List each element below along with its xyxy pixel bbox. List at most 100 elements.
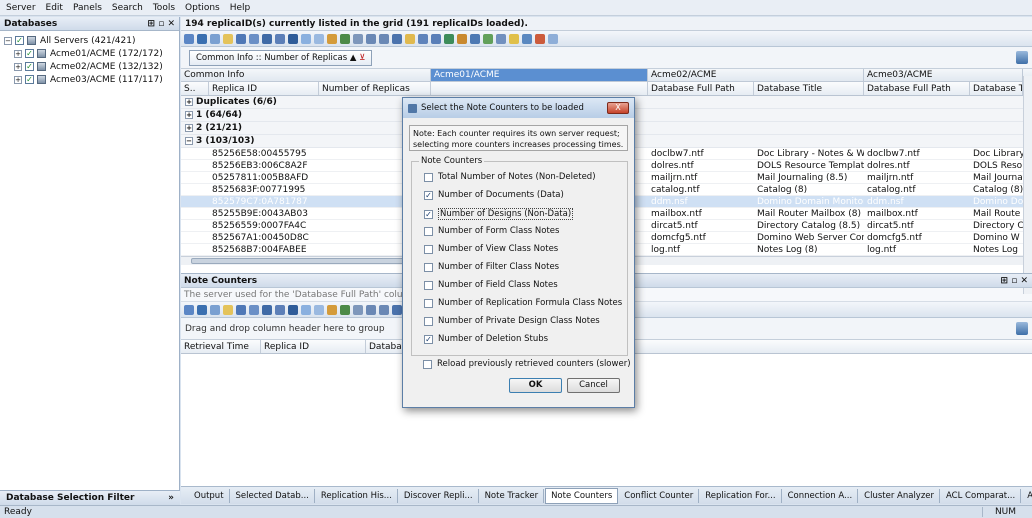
col-acme02-title[interactable]: Database Title (754, 82, 864, 95)
stop-icon[interactable] (535, 33, 545, 44)
menu-help[interactable]: Help (230, 3, 251, 13)
tab-cluster-analyzer[interactable]: Cluster Analyzer (859, 488, 941, 503)
grid-icon[interactable] (184, 33, 194, 44)
vertical-scrollbar[interactable] (1023, 76, 1032, 294)
checkbox-unchecked-icon[interactable] (423, 359, 432, 369)
refresh-icon[interactable] (340, 33, 350, 44)
remove-icon[interactable] (210, 304, 220, 315)
menu-tools[interactable]: Tools (153, 3, 175, 13)
option-private-design[interactable]: Number of Private Design Class Notes (424, 316, 600, 326)
paste-icon[interactable] (314, 304, 324, 315)
info-icon[interactable] (522, 33, 532, 44)
tab-output[interactable]: Output (189, 488, 230, 503)
zoom-in-icon[interactable] (366, 33, 376, 44)
table-icon[interactable] (275, 304, 285, 315)
tree-node-acme03[interactable]: + ✓ Acme03/ACME (117/117) (4, 73, 175, 86)
tab-note-tracker[interactable]: Note Tracker (480, 488, 545, 503)
col-acme03-full-path[interactable]: Database Full Path (864, 82, 970, 95)
col-replica-id[interactable]: Replica ID (209, 82, 319, 95)
columns-icon[interactable] (262, 33, 272, 44)
checkbox-unchecked-icon[interactable] (424, 316, 433, 326)
report-icon[interactable] (457, 33, 467, 44)
export-icon[interactable] (327, 33, 337, 44)
add-icon[interactable] (197, 33, 207, 44)
checkbox-unchecked-icon[interactable] (424, 280, 433, 290)
band-acme01[interactable]: Acme01/ACME (431, 69, 648, 81)
copy-icon[interactable] (301, 304, 311, 315)
col-s[interactable]: S.. (181, 82, 209, 95)
tree-node-acme01[interactable]: + ✓ Acme01/ACME (172/172) (4, 47, 175, 60)
tab-discover-replicas[interactable]: Discover Repli... (399, 488, 479, 503)
zoom-out-icon[interactable] (379, 33, 389, 44)
checkbox-checked-icon[interactable]: ✓ (25, 62, 34, 71)
list-icon[interactable] (496, 33, 506, 44)
col-acme03-title[interactable]: Database T (970, 82, 1023, 95)
band-common-info[interactable]: Common Info (181, 69, 431, 81)
reload-option[interactable]: Reload previously retrieved counters (sl… (423, 359, 631, 369)
checkbox-checked-icon[interactable]: ✓ (424, 209, 433, 219)
columns-icon[interactable] (262, 304, 272, 315)
filter-icon[interactable]: ⊻ (359, 53, 365, 63)
ok-button[interactable]: OK (509, 378, 562, 393)
menu-panels[interactable]: Panels (73, 3, 102, 13)
option-deletion-stubs[interactable]: ✓ Number of Deletion Stubs (424, 334, 548, 344)
folder-icon[interactable] (405, 33, 415, 44)
tab-acl-comparator[interactable]: ACL Comparat... (941, 488, 1022, 503)
expand-icon[interactable]: + (185, 111, 193, 119)
star-icon[interactable] (509, 33, 519, 44)
layout-icon[interactable] (288, 304, 298, 315)
split-icon[interactable] (431, 33, 441, 44)
paste-icon[interactable] (314, 33, 324, 44)
option-form-class[interactable]: Number of Form Class Notes (424, 226, 559, 236)
checkbox-checked-icon[interactable]: ✓ (25, 49, 34, 58)
server-check-icon[interactable] (483, 33, 493, 44)
col-acme02-full-path[interactable]: Database Full Path (648, 82, 754, 95)
menu-search[interactable]: Search (112, 3, 143, 13)
checkbox-unchecked-icon[interactable] (424, 172, 433, 182)
col-retrieval-time[interactable]: Retrieval Time (181, 340, 261, 353)
checkbox-checked-icon[interactable]: ✓ (424, 190, 433, 200)
menu-server[interactable]: Server (6, 3, 36, 13)
band-acme03[interactable]: Acme03/ACME (864, 69, 1023, 81)
settings-icon[interactable] (470, 33, 480, 44)
checkbox-unchecked-icon[interactable] (424, 226, 433, 236)
panel-controls[interactable]: ⊞ ▫ ✕ (148, 19, 175, 29)
tree-node-acme02[interactable]: + ✓ Acme02/ACME (132/132) (4, 60, 175, 73)
double-chevron-up-icon[interactable]: » (168, 493, 174, 503)
option-view-class[interactable]: Number of View Class Notes (424, 244, 558, 254)
window-icon[interactable] (418, 33, 428, 44)
note-icon[interactable] (548, 33, 558, 44)
database-selection-filter[interactable]: Database Selection Filter » (0, 490, 180, 505)
tab-replication-history[interactable]: Replication His... (316, 488, 398, 503)
expand-icon[interactable]: + (14, 62, 22, 71)
filter-icon[interactable] (353, 33, 363, 44)
expand-icon[interactable]: + (185, 98, 193, 106)
checkbox-checked-icon[interactable]: ✓ (424, 334, 433, 344)
band-acme02[interactable]: Acme02/ACME (648, 69, 864, 81)
expand-icon[interactable]: + (14, 49, 22, 58)
close-button[interactable]: X (607, 102, 629, 114)
tab-agent-comparator[interactable]: Agent Compar... (1022, 489, 1032, 503)
checkbox-checked-icon[interactable]: ✓ (25, 75, 34, 84)
collapse-icon[interactable]: − (4, 36, 12, 45)
tab-replication-formula[interactable]: Replication For... (700, 488, 782, 503)
panel-controls[interactable]: ⊞ ▫ ✕ (1001, 274, 1028, 288)
menu-options[interactable]: Options (185, 3, 220, 13)
option-filter-class[interactable]: Number of Filter Class Notes (424, 262, 559, 272)
refresh-icon[interactable] (340, 304, 350, 315)
tab-selected-databases[interactable]: Selected Datab... (231, 488, 315, 503)
expand-icon[interactable] (223, 33, 233, 44)
column-icon[interactable] (249, 33, 259, 44)
expand-icon[interactable]: + (185, 124, 193, 132)
filter-icon[interactable] (353, 304, 363, 315)
option-total-notes[interactable]: Total Number of Notes (Non-Deleted) (424, 172, 596, 182)
search-icon[interactable] (392, 33, 402, 44)
col-number-of-replicas[interactable]: Number of Replicas (319, 82, 431, 95)
export-icon[interactable] (327, 304, 337, 315)
option-designs[interactable]: ✓ Number of Designs (Non-Data) (424, 208, 574, 220)
checkbox-unchecked-icon[interactable] (424, 244, 433, 254)
zoom-in-icon[interactable] (366, 304, 376, 315)
tab-note-counters[interactable]: Note Counters (545, 487, 619, 504)
zoom-out-icon[interactable] (379, 304, 389, 315)
copy-icon[interactable] (301, 33, 311, 44)
